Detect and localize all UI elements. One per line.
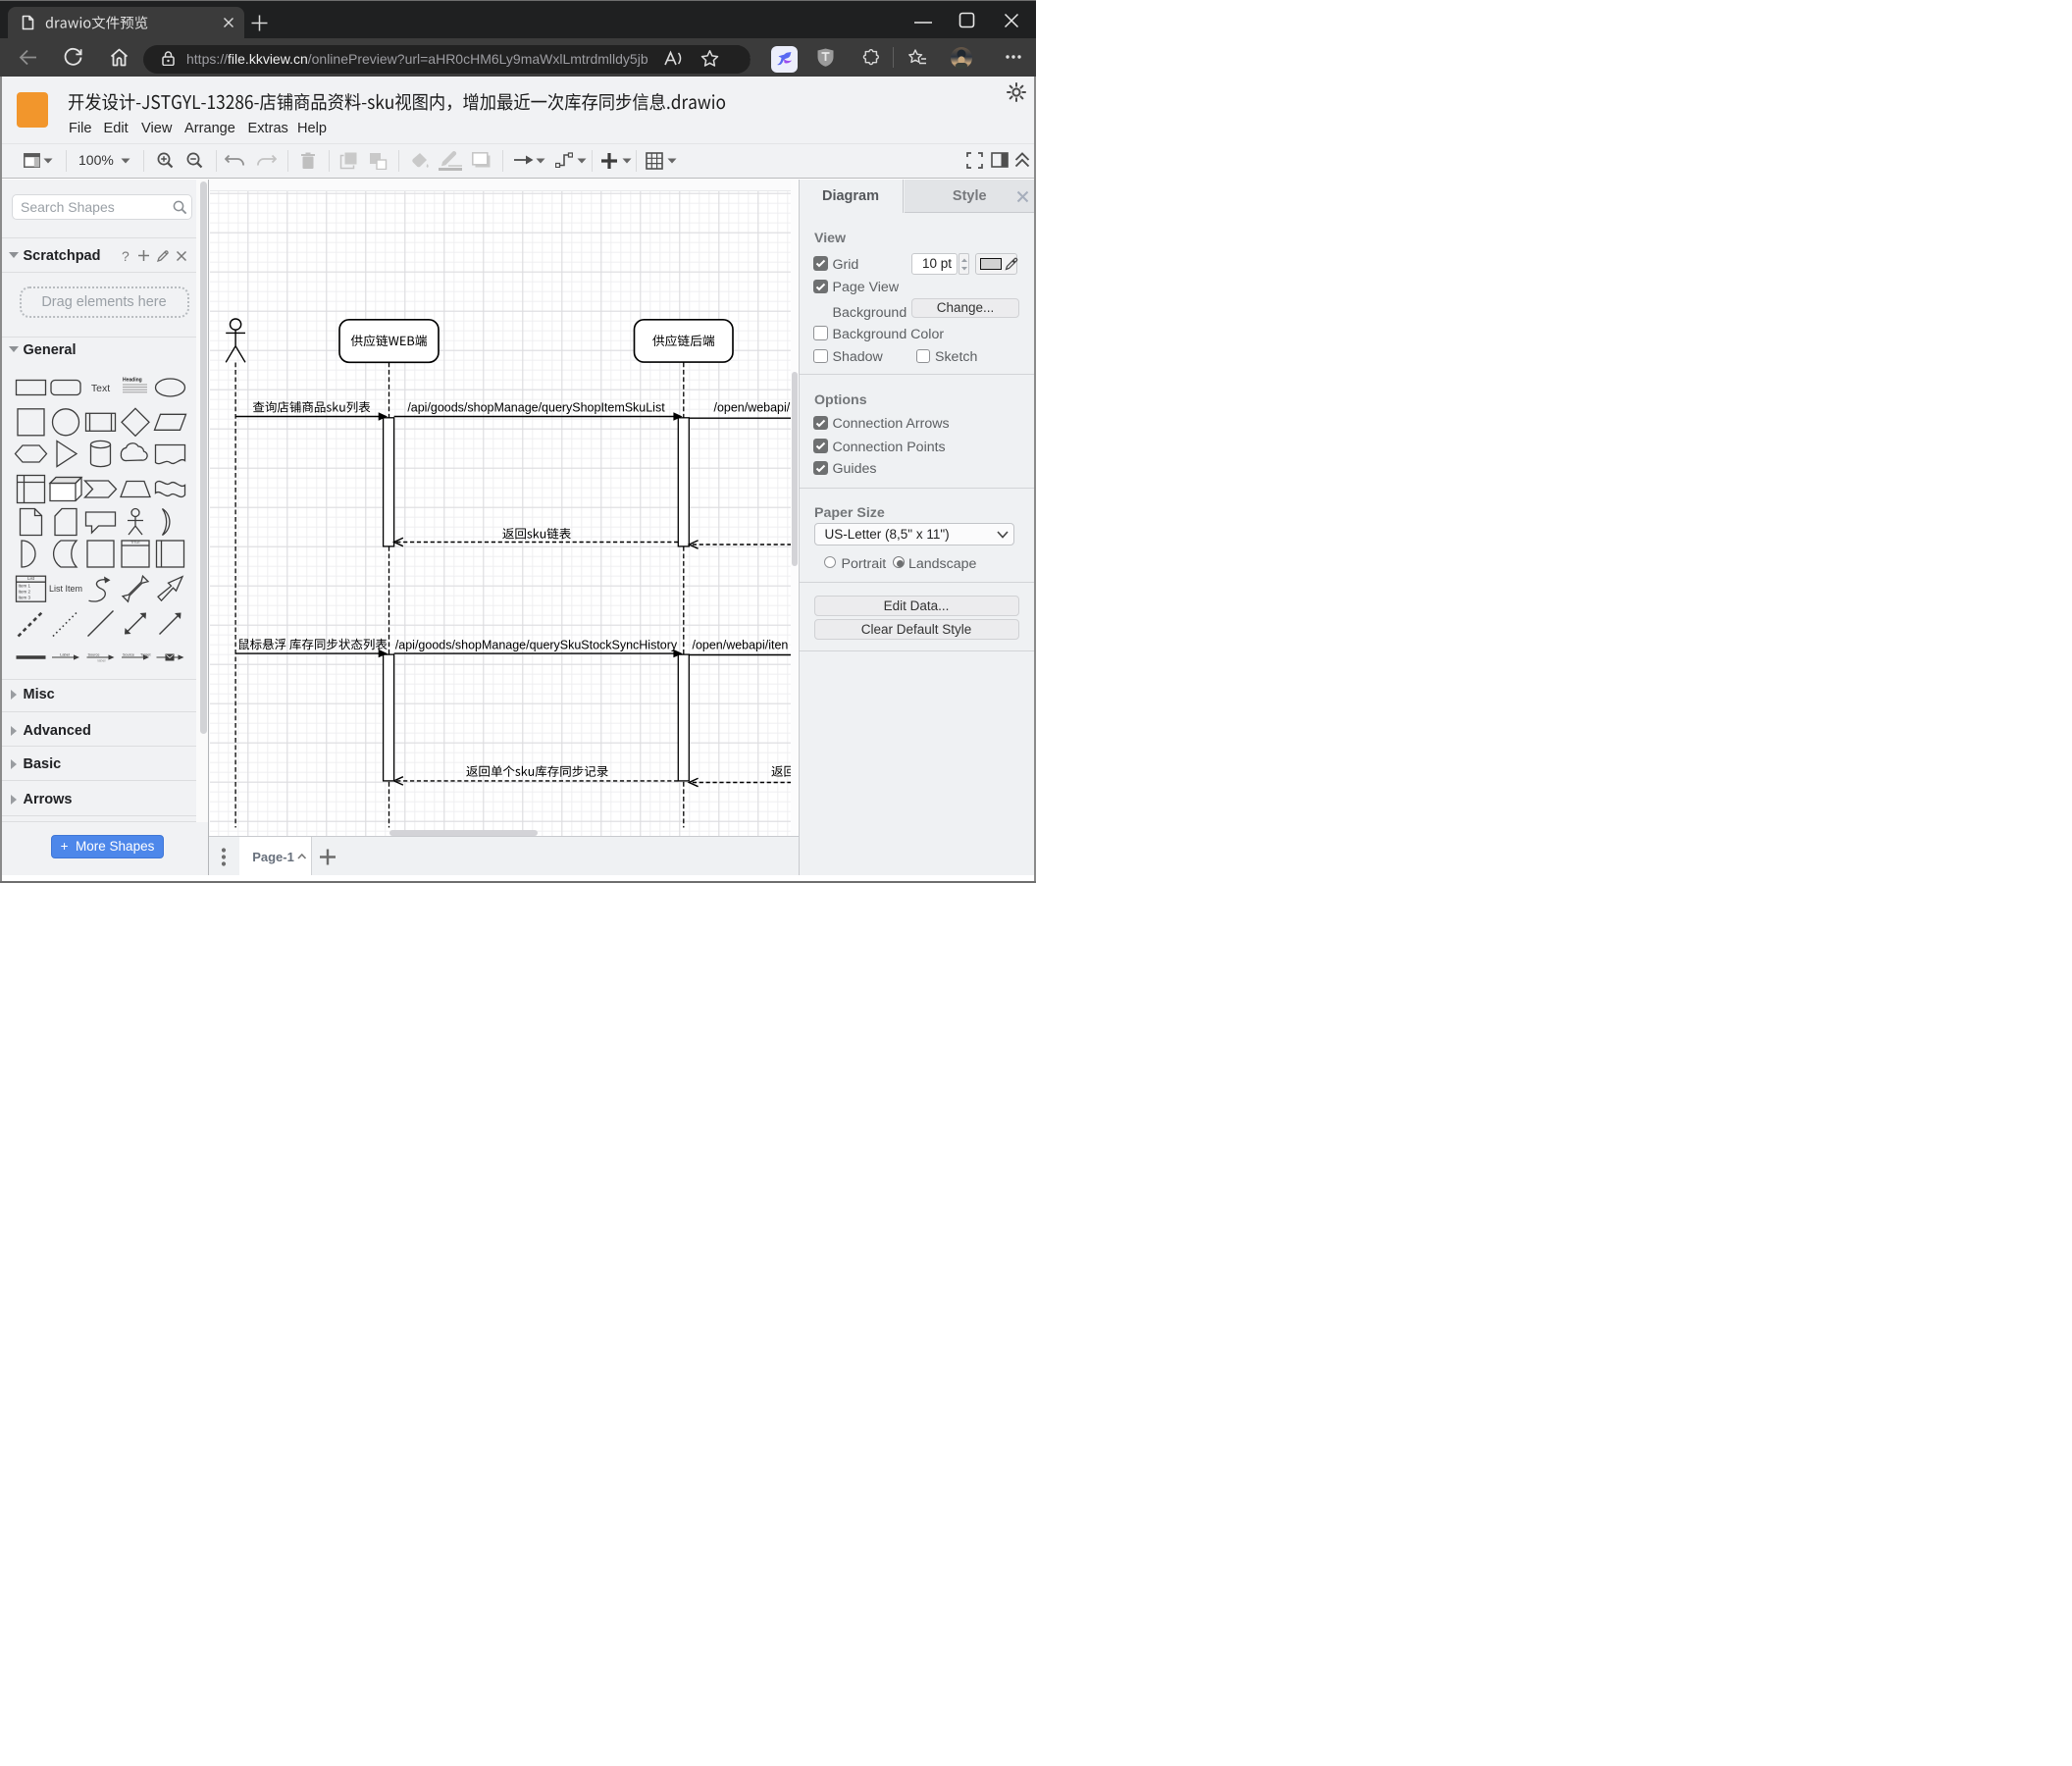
svg-text:/api/goods/shopManage/querySku: /api/goods/shopManage/querySkuStockSyncH… [394, 638, 677, 651]
svg-text:Item 3: Item 3 [19, 595, 31, 599]
svg-text:/open/webapi/iten: /open/webapi/iten [692, 638, 788, 651]
svg-text:Source: Source [88, 652, 100, 656]
svg-text:Label: Label [60, 651, 70, 656]
svg-text:TITLE: TITLE [130, 541, 140, 545]
svg-text:Item 2: Item 2 [19, 589, 31, 594]
svg-text:List Item: List Item [49, 584, 82, 594]
svg-text:Text: Text [91, 383, 110, 394]
svg-text:label: label [98, 658, 106, 662]
svg-text:/api/goods/shopManage/querySho: /api/goods/shopManage/queryShopItemSkuLi… [407, 400, 665, 414]
svg-text:Item 1: Item 1 [19, 583, 31, 588]
svg-text:Source: Source [123, 652, 134, 656]
svg-text:Target: Target [140, 652, 151, 656]
svg-text:List: List [27, 576, 35, 581]
svg-text:Heading: Heading [123, 377, 142, 383]
svg-text:/open/webapi/: /open/webapi/ [713, 400, 790, 414]
